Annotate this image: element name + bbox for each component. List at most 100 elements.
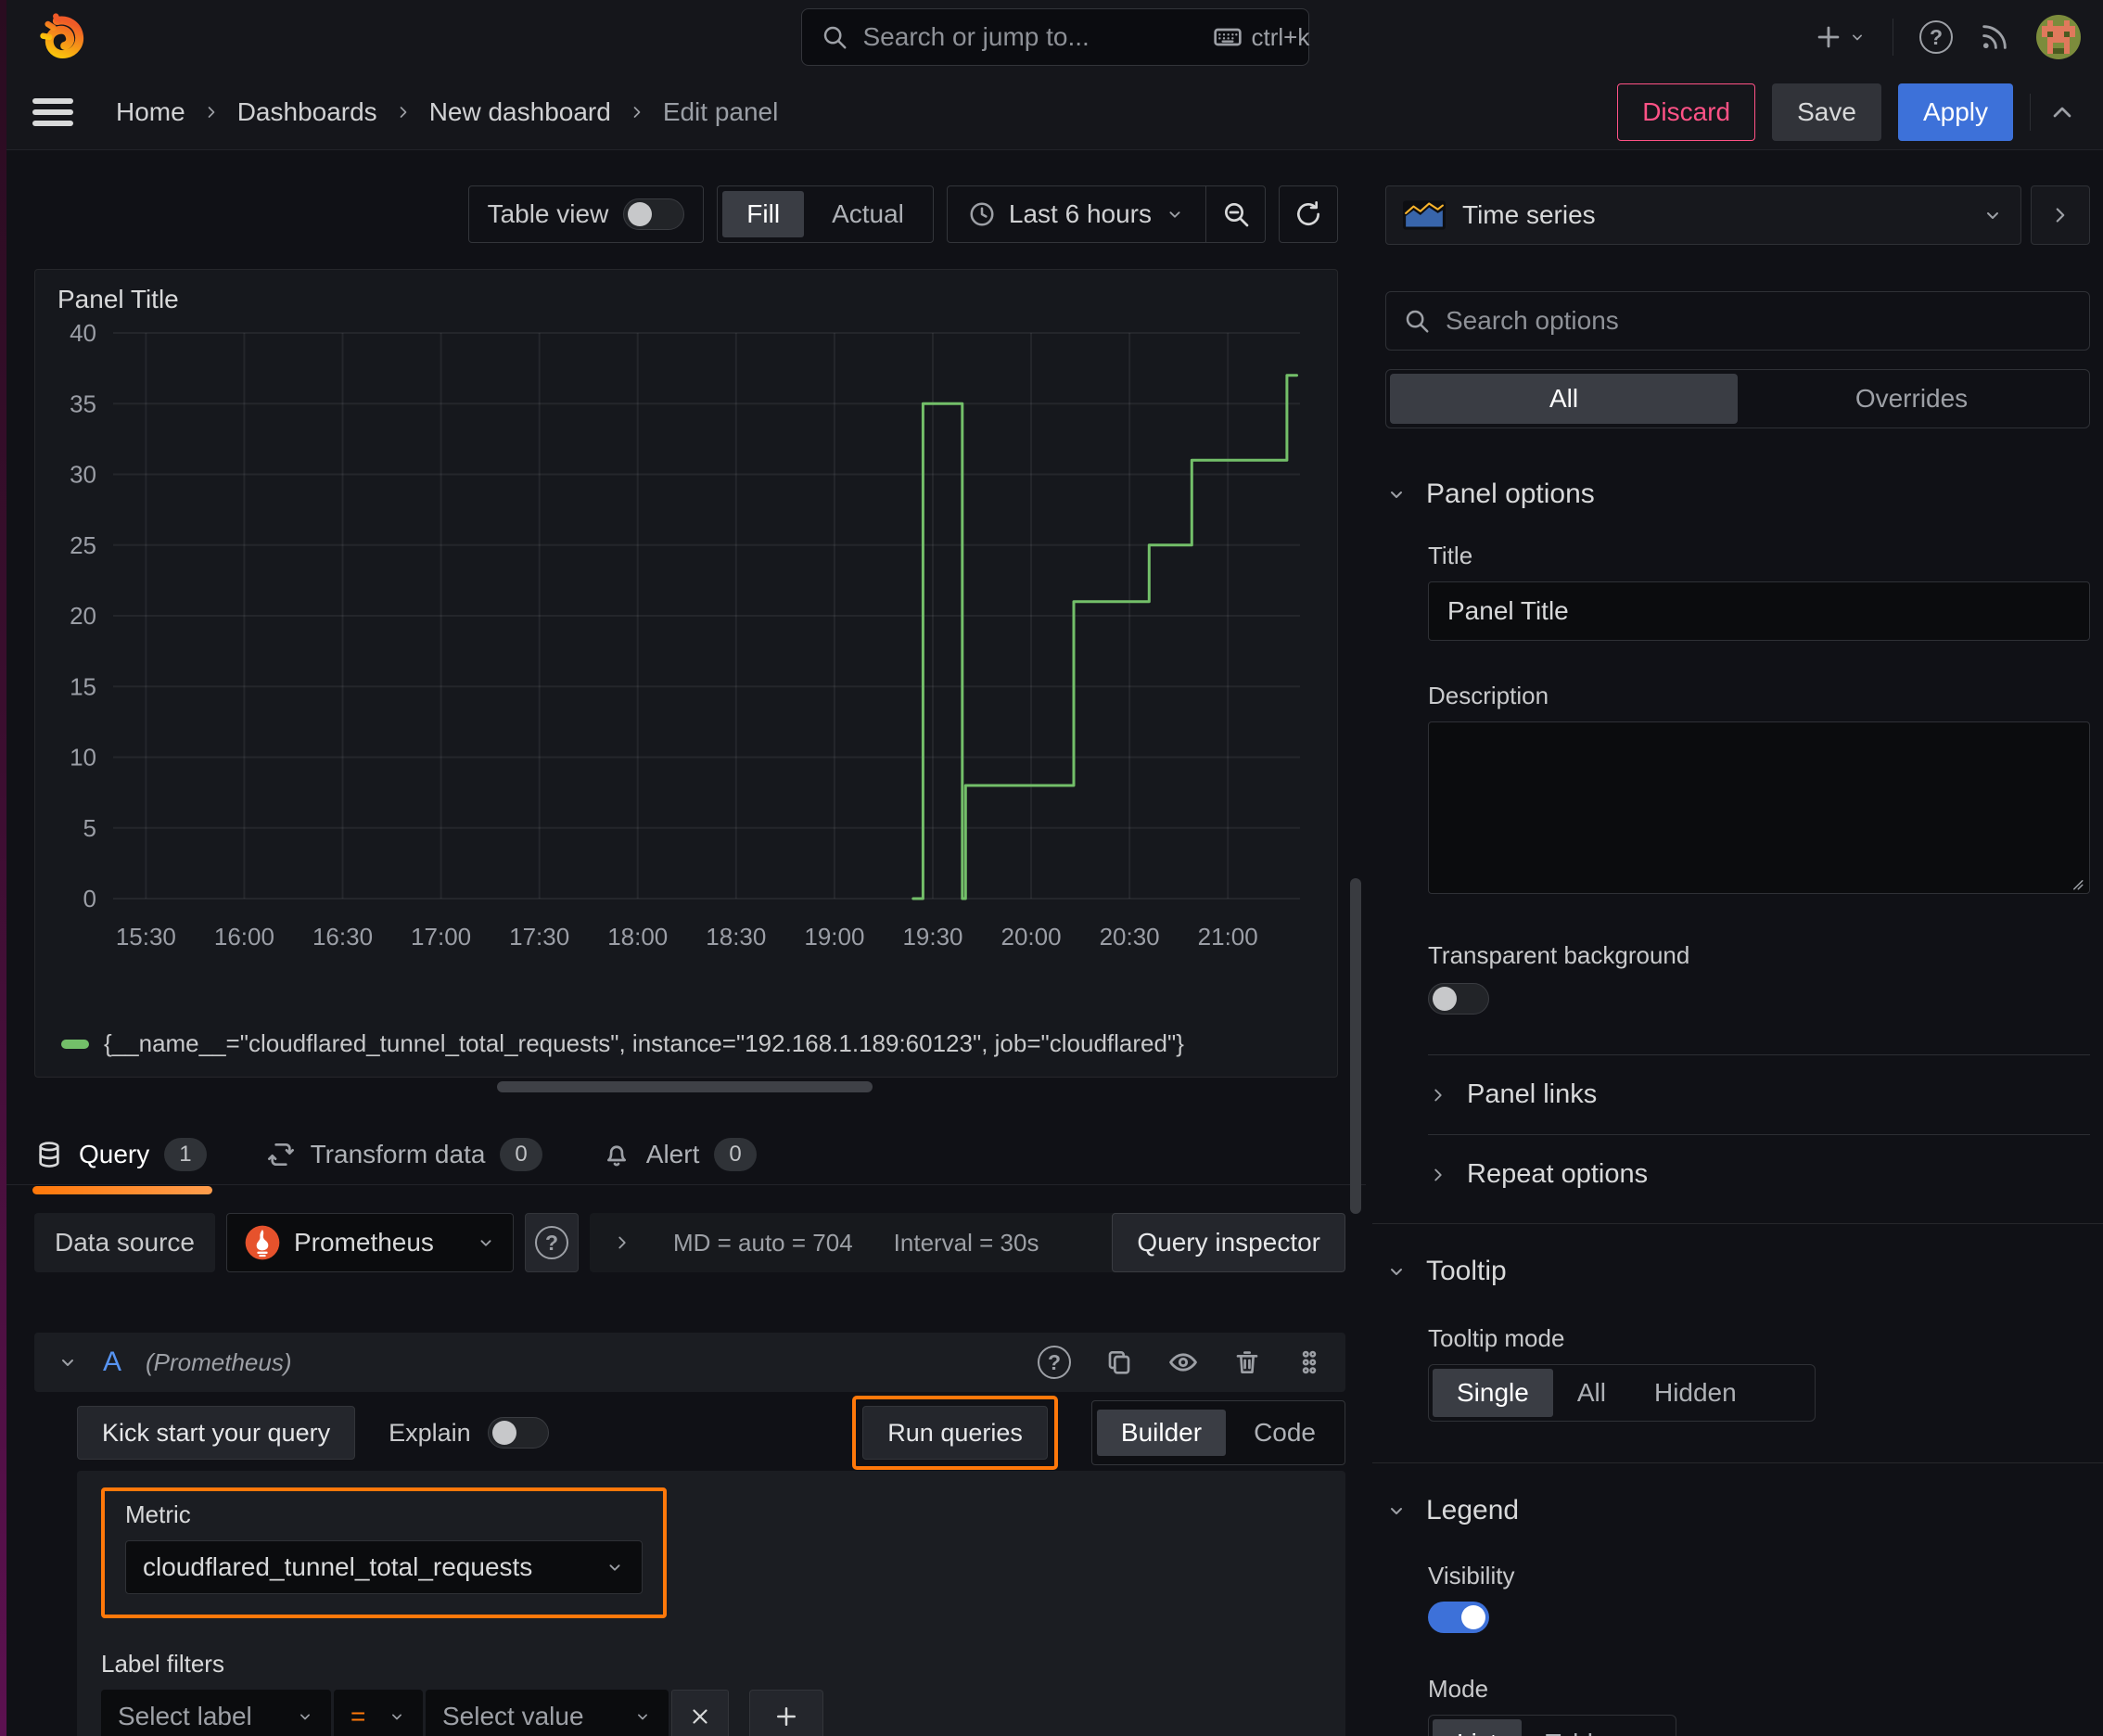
svg-text:35: 35 xyxy=(70,389,96,417)
hide-response-icon[interactable] xyxy=(1167,1347,1199,1378)
grafana-logo[interactable] xyxy=(34,11,86,63)
options-sidebar: Time series All Overrides Panel options … xyxy=(1372,150,2103,1736)
query-options-bar[interactable]: MD = auto = 704 Interval = 30s Query ins… xyxy=(589,1213,1345,1272)
window-edge-strip xyxy=(0,0,6,1736)
repeat-options-section[interactable]: Repeat options xyxy=(1428,1135,2090,1214)
panel-title[interactable]: Panel Title xyxy=(35,270,1337,316)
panel-resize-handle[interactable] xyxy=(497,1081,873,1092)
drag-handle-icon[interactable] xyxy=(1295,1348,1323,1376)
options-search[interactable] xyxy=(1385,291,2090,351)
tooltip-section-header[interactable]: Tooltip xyxy=(1385,1256,2090,1287)
tab-query[interactable]: Query 1 xyxy=(32,1126,212,1194)
metric-select[interactable]: cloudflared_tunnel_total_requests xyxy=(125,1540,643,1594)
chevron-down-icon xyxy=(1385,1500,1408,1522)
global-search[interactable]: ctrl+k xyxy=(800,8,1309,66)
add-filter-button[interactable] xyxy=(749,1690,823,1736)
legend-mode-label: Mode xyxy=(1428,1675,1489,1703)
bell-icon xyxy=(602,1140,631,1169)
chevron-down-icon xyxy=(1385,1260,1408,1283)
menu-icon[interactable] xyxy=(32,97,73,126)
panel-title-input[interactable] xyxy=(1428,581,2090,641)
save-button[interactable]: Save xyxy=(1772,83,1881,141)
select-label-dropdown[interactable]: Select label xyxy=(101,1690,331,1736)
time-range-picker[interactable]: Last 6 hours xyxy=(948,186,1205,242)
table-view-label: Table view xyxy=(487,199,609,228)
refresh-button[interactable] xyxy=(1279,185,1338,243)
legend-series-label[interactable]: {__name__="cloudflared_tunnel_total_requ… xyxy=(104,1029,1184,1058)
resize-grip-icon[interactable] xyxy=(2068,874,2084,891)
legend-table-option[interactable]: Table xyxy=(1522,1719,1632,1736)
max-data-points: MD = auto = 704 xyxy=(672,1228,853,1257)
query-datasource-note: (Prometheus) xyxy=(146,1347,292,1376)
code-option[interactable]: Code xyxy=(1230,1410,1340,1456)
panel-description-textarea[interactable] xyxy=(1428,721,2090,894)
help-icon[interactable]: ? xyxy=(1919,20,1953,54)
viz-picker-open-button[interactable] xyxy=(2031,185,2090,245)
panel-options-section-header[interactable]: Panel options xyxy=(1385,479,2090,510)
query-help-icon[interactable]: ? xyxy=(1038,1346,1071,1379)
tooltip-single-option[interactable]: Single xyxy=(1433,1369,1553,1417)
chart-svg: 0 5 10 15 20 25 30 35 40 15:30 16:00 16:30 17:00 17:3… xyxy=(70,319,1300,951)
datasource-select[interactable]: Prometheus xyxy=(225,1213,514,1272)
news-icon[interactable] xyxy=(1979,21,2010,53)
transparent-background-toggle[interactable] xyxy=(1428,983,1489,1015)
panel-preview: Panel Title 0 5 10 15 20 25 30 35 40 15:30 16:00 16… xyxy=(34,269,1338,1078)
table-view-toggle[interactable] xyxy=(623,198,685,230)
zoom-out-time-button[interactable] xyxy=(1205,186,1265,242)
add-new-button[interactable] xyxy=(1813,21,1867,53)
query-row-header[interactable]: A (Prometheus) ? xyxy=(34,1333,1345,1392)
time-series-chart[interactable]: 0 5 10 15 20 25 30 35 40 15:30 16:00 16:30 17:00 17:3… xyxy=(35,316,1337,1029)
actual-option[interactable]: Actual xyxy=(808,191,928,237)
legend-mode-segmented: List Table xyxy=(1428,1715,1676,1736)
collapse-options-icon[interactable] xyxy=(2047,97,2077,127)
user-avatar[interactable] xyxy=(2036,15,2081,59)
delete-query-icon[interactable] xyxy=(1232,1347,1262,1377)
breadcrumb-new-dashboard[interactable]: New dashboard xyxy=(429,97,611,127)
global-search-input[interactable] xyxy=(862,22,1198,52)
select-value-dropdown[interactable]: Select value xyxy=(426,1690,669,1736)
query-inspector-button[interactable]: Query inspector xyxy=(1112,1213,1345,1272)
tab-transform-data[interactable]: Transform data 0 xyxy=(266,1126,542,1183)
legend-section-header[interactable]: Legend xyxy=(1385,1495,2090,1526)
discard-button[interactable]: Discard xyxy=(1617,83,1756,141)
breadcrumb-dashboards[interactable]: Dashboards xyxy=(237,97,377,127)
svg-text:20:00: 20:00 xyxy=(1001,923,1062,951)
svg-text:17:00: 17:00 xyxy=(411,923,471,951)
options-search-input[interactable] xyxy=(1446,306,2072,336)
legend-list-option[interactable]: List xyxy=(1433,1719,1522,1736)
apply-button[interactable]: Apply xyxy=(1897,83,2013,141)
svg-text:17:30: 17:30 xyxy=(509,923,569,951)
tab-all-options[interactable]: All xyxy=(1390,374,1738,424)
main-scrollbar-thumb[interactable] xyxy=(1350,878,1361,1214)
legend-visibility-toggle[interactable] xyxy=(1428,1602,1489,1633)
breadcrumb-bar: Home Dashboards New dashboard Edit panel… xyxy=(6,74,2103,150)
tab-alert[interactable]: Alert 0 xyxy=(602,1126,757,1183)
duplicate-query-icon[interactable] xyxy=(1104,1347,1134,1377)
visualization-value: Time series xyxy=(1462,200,1596,229)
run-queries-button[interactable]: Run queries xyxy=(862,1406,1048,1460)
time-range-group: Last 6 hours xyxy=(946,185,1266,243)
panel-links-label: Panel links xyxy=(1467,1079,1598,1109)
tooltip-all-option[interactable]: All xyxy=(1553,1369,1630,1417)
time-range-label: Last 6 hours xyxy=(1008,199,1152,228)
chevron-right-icon xyxy=(612,1232,632,1253)
svg-text:40: 40 xyxy=(70,319,96,347)
fill-option[interactable]: Fill xyxy=(722,191,805,237)
operator-value: = xyxy=(350,1702,366,1730)
chevron-down-icon[interactable] xyxy=(57,1351,79,1373)
tab-query-label: Query xyxy=(79,1140,150,1168)
kick-start-query-button[interactable]: Kick start your query xyxy=(77,1406,356,1460)
remove-filter-button[interactable] xyxy=(671,1690,729,1736)
builder-option[interactable]: Builder xyxy=(1096,1410,1227,1456)
datasource-help-button[interactable]: ? xyxy=(524,1213,579,1272)
explain-toggle[interactable] xyxy=(487,1417,549,1449)
tooltip-hidden-option[interactable]: Hidden xyxy=(1630,1369,1761,1417)
description-label: Description xyxy=(1428,682,1549,709)
visualization-select[interactable]: Time series xyxy=(1385,185,2021,245)
builder-code-segmented: Builder Code xyxy=(1090,1400,1345,1465)
operator-dropdown[interactable]: = xyxy=(334,1690,423,1736)
panel-links-section[interactable]: Panel links xyxy=(1428,1055,2090,1134)
tab-overrides[interactable]: Overrides xyxy=(1738,374,2085,424)
legend-swatch[interactable] xyxy=(61,1039,89,1049)
breadcrumb-home[interactable]: Home xyxy=(116,97,185,127)
